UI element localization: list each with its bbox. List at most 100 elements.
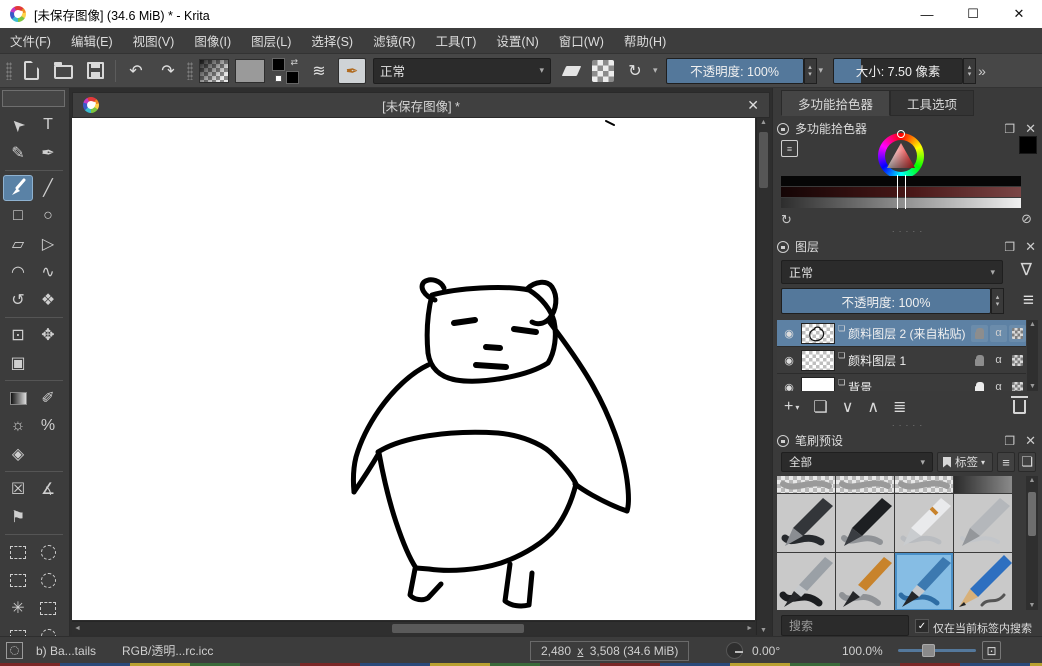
menu-item-3[interactable]: 图像(I) <box>184 28 241 54</box>
menu-item-2[interactable]: 视图(V) <box>123 28 185 54</box>
zoom-slider-thumb[interactable] <box>922 644 935 657</box>
lock-icon[interactable] <box>777 435 789 447</box>
move-tool[interactable]: ✥ <box>33 322 63 348</box>
layer-visibility-icon[interactable]: ◉ <box>777 354 801 367</box>
close-panel-icon[interactable]: ✕ <box>1025 239 1036 255</box>
polygon-tool[interactable]: ▱ <box>3 231 33 257</box>
layer-filter-button[interactable]: ∇ <box>1021 260 1032 280</box>
brush-preset-2-0[interactable] <box>777 553 835 610</box>
shade-bar-gray[interactable] <box>781 198 1021 208</box>
canvas-vertical-scrollbar[interactable]: ▲ ▼ <box>756 118 770 635</box>
new-document-button[interactable] <box>18 58 44 84</box>
lock-icon[interactable] <box>777 241 789 253</box>
line-tool[interactable]: ╱ <box>33 175 63 201</box>
preserve-alpha-button[interactable] <box>590 58 616 84</box>
brush-preset-1-2[interactable] <box>895 494 953 552</box>
zoom-slider[interactable] <box>898 637 976 664</box>
tab-tool-options[interactable]: 工具选项 <box>890 90 974 116</box>
scroll-up-icon[interactable]: ▲ <box>1026 477 1038 484</box>
brush-preset-1-3[interactable] <box>954 494 1012 552</box>
foreground-color-swatch[interactable] <box>272 58 285 71</box>
layer-row-0[interactable]: ◉❏颜料图层 2 (来自粘贴)α <box>777 320 1026 347</box>
crop-tool[interactable]: ▣ <box>3 350 33 376</box>
preset-view-button[interactable]: ❏ <box>1018 452 1036 472</box>
scroll-right-icon[interactable]: ► <box>746 625 753 632</box>
rectangle-tool[interactable]: □ <box>3 203 33 229</box>
reload-preset-button[interactable]: ↻ <box>622 58 648 84</box>
vertical-scroll-thumb[interactable] <box>759 132 768 188</box>
menu-item-8[interactable]: 设置(N) <box>486 28 548 54</box>
menu-item-0[interactable]: 文件(F) <box>0 28 61 54</box>
brush-size-slider[interactable]: 大小: 7.50 像素 <box>833 58 963 84</box>
freehand-brush-tool[interactable] <box>3 175 33 201</box>
toolbox-handle[interactable] <box>2 90 65 107</box>
dynamic-brush-tool[interactable]: ↺ <box>3 287 33 313</box>
current-brush-name[interactable]: b) Ba...tails <box>36 637 96 664</box>
layer-visibility-icon[interactable]: ◉ <box>777 381 801 392</box>
rotation-angle[interactable]: 0.00° <box>752 637 780 664</box>
chevron-down-icon[interactable]: ▾ <box>653 65 658 76</box>
transform-tool[interactable]: ⊡ <box>3 322 33 348</box>
hsv-triangle[interactable] <box>884 141 918 171</box>
layer-opacity-slider[interactable]: 不透明度: 100% <box>781 288 991 314</box>
preset-filter-dropdown[interactable]: 全部 ▾ <box>781 452 933 472</box>
opacity-spinner[interactable]: ▴▾ <box>804 58 817 84</box>
panel-splitter[interactable]: · · · · · <box>773 227 1042 236</box>
redo-button[interactable]: ↷ <box>155 58 181 84</box>
toolbar-overflow-button[interactable]: » <box>978 63 992 79</box>
rotation-dial[interactable] <box>726 637 743 664</box>
menu-item-10[interactable]: 帮助(H) <box>614 28 676 54</box>
float-panel-icon[interactable]: ❐ <box>1004 434 1015 448</box>
preset-menu-button[interactable]: ≡ <box>997 452 1015 472</box>
canvas-horizontal-scrollbar[interactable]: ◄ ► <box>72 621 755 635</box>
pattern-chooser[interactable] <box>235 59 265 83</box>
horizontal-scroll-thumb[interactable] <box>392 624 524 633</box>
select-shapes-tool[interactable]: ➤ <box>0 105 38 145</box>
fit-canvas-button[interactable]: ⊡ <box>982 637 1001 664</box>
menu-item-9[interactable]: 窗口(W) <box>549 28 614 54</box>
layer-visibility-icon[interactable]: ◉ <box>777 327 801 340</box>
layer-alpha-button[interactable]: α <box>990 325 1007 342</box>
canvas[interactable] <box>72 118 755 620</box>
shade-bar-red[interactable] <box>781 187 1021 197</box>
multibrush-tool[interactable]: ❖ <box>33 287 63 313</box>
document-close-icon[interactable]: ✕ <box>747 97 759 114</box>
layer-options-button[interactable]: ≡ <box>1023 290 1034 312</box>
smart-patch-tool[interactable]: ☼ <box>3 413 33 439</box>
brush-preset-2-2[interactable] <box>895 553 953 610</box>
layer-name[interactable]: 颜料图层 2 (来自粘贴) <box>848 325 969 342</box>
no-color-icon[interactable]: ⊘ <box>1021 211 1032 227</box>
gradient-tool[interactable] <box>3 385 33 411</box>
text-tool[interactable]: T <box>33 112 63 138</box>
color-history-sync-icon[interactable]: ↻ <box>781 212 792 228</box>
bezier-curve-tool[interactable]: ◠ <box>3 259 33 285</box>
freehand-selection-tool[interactable] <box>33 567 63 593</box>
swap-colors-icon[interactable]: ⇄ <box>290 57 298 68</box>
shade-bar-handle[interactable] <box>897 197 906 209</box>
toolbar-grip[interactable] <box>6 62 12 80</box>
calligraphy-tool[interactable]: ✒ <box>33 140 63 166</box>
fill-tool[interactable]: ◈ <box>3 441 33 467</box>
ellipse-tool[interactable]: ○ <box>33 203 63 229</box>
layer-blend-mode-dropdown[interactable]: 正常 ▾ <box>781 260 1003 284</box>
tab-advanced-color-selector[interactable]: 多功能拾色器 <box>781 90 890 116</box>
foreground-background-colors[interactable]: ⇄ <box>272 58 299 84</box>
menu-item-5[interactable]: 选择(S) <box>301 28 363 54</box>
zoom-percent[interactable]: 100.0% <box>842 637 883 664</box>
close-panel-icon[interactable]: ✕ <box>1025 433 1036 449</box>
scroll-down-icon[interactable]: ▼ <box>1027 383 1038 390</box>
menu-item-6[interactable]: 滤镜(R) <box>363 28 425 54</box>
brush-preset-0-3[interactable] <box>954 476 1012 493</box>
layer-row-1[interactable]: ◉❏颜料图层 1α <box>777 347 1026 374</box>
scroll-down-icon[interactable]: ▼ <box>1026 602 1038 609</box>
close-panel-icon[interactable]: ✕ <box>1025 121 1036 137</box>
background-color-swatch[interactable] <box>286 71 299 84</box>
rectangular-selection-tool[interactable] <box>3 539 33 565</box>
undo-button[interactable]: ↶ <box>123 58 149 84</box>
brush-preset-0-0[interactable] <box>777 476 835 493</box>
menu-item-7[interactable]: 工具(T) <box>425 28 486 54</box>
brush-preset-2-1[interactable] <box>836 553 894 610</box>
reference-images-tool[interactable]: ⚑ <box>3 504 33 530</box>
delete-layer-button[interactable] <box>1013 400 1026 414</box>
contiguous-selection-tool[interactable]: ✳ <box>3 595 33 621</box>
